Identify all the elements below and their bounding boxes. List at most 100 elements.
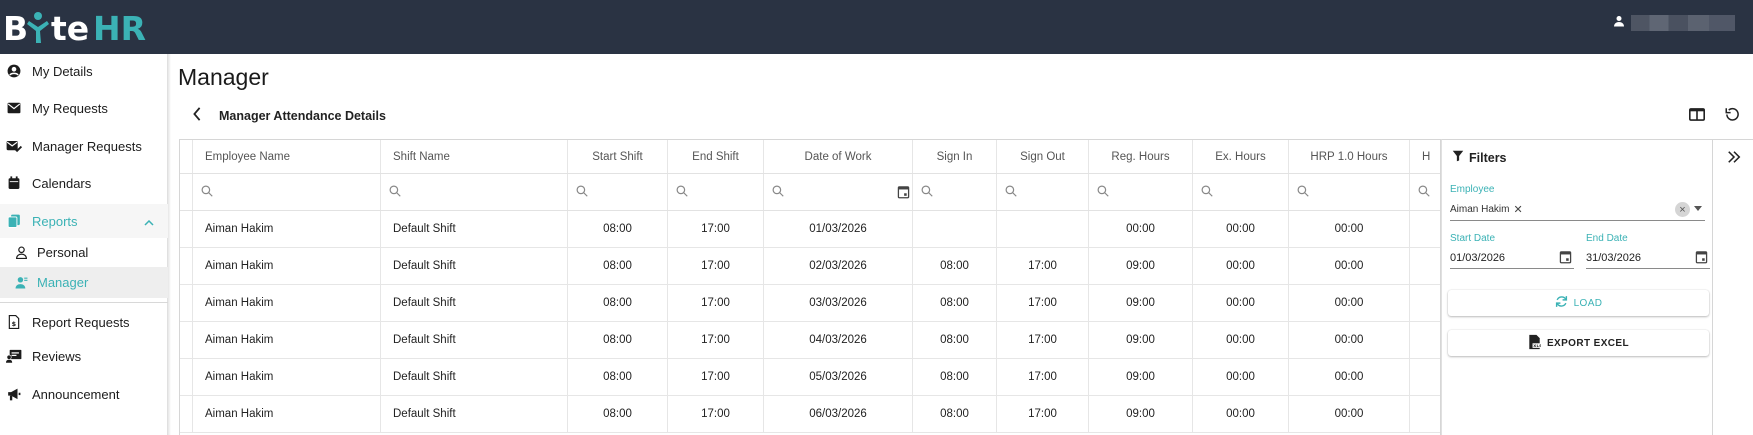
sidebar-item-manager-requests[interactable]: Manager Requests: [0, 129, 168, 163]
load-button[interactable]: LOAD: [1448, 290, 1709, 316]
section-title: Manager Attendance Details: [219, 109, 386, 123]
attendance-grid: Employee Name Shift Name Start Shift End…: [179, 139, 1441, 435]
cell-employee-name: Aiman Hakim: [193, 322, 381, 358]
column-header-start-shift[interactable]: Start Shift: [568, 140, 668, 173]
filter-end-shift[interactable]: [668, 174, 764, 210]
table-row[interactable]: Aiman Hakim Default Shift 08:00 17:00 05…: [180, 359, 1440, 396]
filter-reg-hours[interactable]: [1089, 174, 1193, 210]
filter-shift-name[interactable]: [381, 174, 568, 210]
sidebar-item-announcement[interactable]: Announcement: [0, 377, 168, 411]
collapse-panel-button[interactable]: [1723, 148, 1745, 170]
column-header-date-of-work[interactable]: Date of Work: [764, 140, 913, 173]
column-header-sign-out[interactable]: Sign Out: [997, 140, 1089, 173]
cell-employee-name: Aiman Hakim: [193, 211, 381, 247]
cell-reg-hours: 09:00: [1089, 285, 1193, 321]
cell-hrp-hours: 00:00: [1289, 248, 1410, 284]
filter-sign-in[interactable]: [913, 174, 997, 210]
cell-ex-hours: 00:00: [1193, 285, 1289, 321]
filter-sign-out[interactable]: [997, 174, 1089, 210]
manager-icon: [13, 275, 29, 291]
document-dollar-icon: $: [6, 314, 22, 330]
row-gutter: [180, 140, 193, 173]
employee-field-underline: [1450, 220, 1705, 221]
search-icon: [1005, 185, 1017, 200]
reset-button[interactable]: [1721, 106, 1743, 128]
table-row[interactable]: Aiman Hakim Default Shift 08:00 17:00 04…: [180, 322, 1440, 359]
cell-end-shift: 17:00: [668, 211, 764, 247]
column-header-hrp-hours[interactable]: HRP 1.0 Hours: [1289, 140, 1410, 173]
cell-sign-out: [997, 211, 1089, 247]
cell-hrp-hours: 00:00: [1289, 396, 1410, 432]
cell-date-of-work: 03/03/2026: [764, 285, 913, 321]
cell-reg-hours: 09:00: [1089, 322, 1193, 358]
sidebar-item-label: Manager: [37, 275, 89, 290]
megaphone-icon: [6, 386, 22, 402]
cell-start-shift: 08:00: [568, 248, 668, 284]
table-row[interactable]: Aiman Hakim Default Shift 08:00 17:00 01…: [180, 211, 1440, 248]
sidebar-item-report-requests[interactable]: $ Report Requests: [0, 305, 168, 339]
sidebar-item-label: Reviews: [32, 348, 82, 364]
cell-employee-name: Aiman Hakim: [193, 285, 381, 321]
envelope-check-icon: [6, 138, 22, 154]
search-icon: [389, 185, 401, 200]
column-header-reg-hours[interactable]: Reg. Hours: [1089, 140, 1193, 173]
user-name-redacted: [1631, 15, 1735, 31]
export-excel-button[interactable]: XLS EXPORT EXCEL: [1448, 330, 1709, 356]
table-row[interactable]: Aiman Hakim Default Shift 08:00 17:00 02…: [180, 248, 1440, 285]
filter-hrp-hours[interactable]: [1289, 174, 1410, 210]
employee-chip[interactable]: Aiman Hakim ✕: [1450, 202, 1523, 216]
cell-sign-in: [913, 211, 997, 247]
sidebar-item-manager[interactable]: Manager: [0, 267, 168, 298]
filters-header: Filters: [1452, 150, 1507, 165]
chip-remove-icon[interactable]: ✕: [1513, 203, 1522, 216]
clear-selection-icon[interactable]: ×: [1675, 202, 1690, 217]
cell-hrp-hours: 00:00: [1289, 211, 1410, 247]
cell-date-of-work: 01/03/2026: [764, 211, 913, 247]
filter-date-of-work[interactable]: [764, 174, 913, 210]
end-date-field[interactable]: 31/03/2026: [1586, 252, 1641, 264]
svg-text:$: $: [12, 320, 17, 328]
cell-employee-name: Aiman Hakim: [193, 396, 381, 432]
column-header-end-shift[interactable]: End Shift: [668, 140, 764, 173]
cell-overflow: [1410, 248, 1440, 284]
filter-start-shift[interactable]: [568, 174, 668, 210]
sidebar-item-calendars[interactable]: Calendars: [0, 166, 168, 200]
filter-overflow[interactable]: [1410, 174, 1440, 210]
column-header-employee-name[interactable]: Employee Name: [193, 140, 381, 173]
cell-shift-name: Default Shift: [381, 322, 568, 358]
calendar-icon: [6, 175, 22, 191]
cell-end-shift: 17:00: [668, 396, 764, 432]
start-date-field[interactable]: 01/03/2026: [1450, 252, 1505, 264]
sidebar-item-reviews[interactable]: Reviews: [0, 339, 168, 373]
end-date-calendar-icon[interactable]: [1695, 250, 1708, 269]
cell-shift-name: Default Shift: [381, 248, 568, 284]
dropdown-arrow-icon[interactable]: [1694, 206, 1702, 211]
calendar-picker-icon[interactable]: [897, 185, 910, 202]
row-gutter: [180, 285, 193, 321]
sidebar-item-my-details[interactable]: My Details: [0, 54, 168, 88]
svg-text:XLS: XLS: [1533, 343, 1541, 348]
cell-ex-hours: 00:00: [1193, 248, 1289, 284]
back-button[interactable]: [187, 106, 207, 126]
sidebar-item-reports[interactable]: Reports: [0, 204, 168, 238]
filter-employee-name[interactable]: [193, 174, 381, 210]
user-icon: [1613, 14, 1625, 32]
filters-title: Filters: [1469, 150, 1507, 165]
export-excel-label: EXPORT EXCEL: [1546, 337, 1630, 349]
column-header-ex-hours[interactable]: Ex. Hours: [1193, 140, 1289, 173]
start-date-calendar-icon[interactable]: [1559, 250, 1572, 269]
bytehr-logo: B te HR: [3, 9, 146, 47]
sidebar-item-my-requests[interactable]: My Requests: [0, 91, 168, 125]
cell-sign-in: 08:00: [913, 248, 997, 284]
table-row[interactable]: Aiman Hakim Default Shift 08:00 17:00 03…: [180, 285, 1440, 322]
column-layout-button[interactable]: [1686, 106, 1708, 128]
table-row[interactable]: Aiman Hakim Default Shift 08:00 17:00 06…: [180, 396, 1440, 433]
user-menu[interactable]: [1613, 13, 1735, 33]
column-header-shift-name[interactable]: Shift Name: [381, 140, 568, 173]
sidebar-item-personal[interactable]: Personal: [0, 237, 168, 267]
column-header-overflow[interactable]: H: [1410, 140, 1440, 173]
search-icon: [576, 185, 588, 200]
app-logo[interactable]: B te HR: [3, 4, 153, 50]
column-header-sign-in[interactable]: Sign In: [913, 140, 997, 173]
filter-ex-hours[interactable]: [1193, 174, 1289, 210]
